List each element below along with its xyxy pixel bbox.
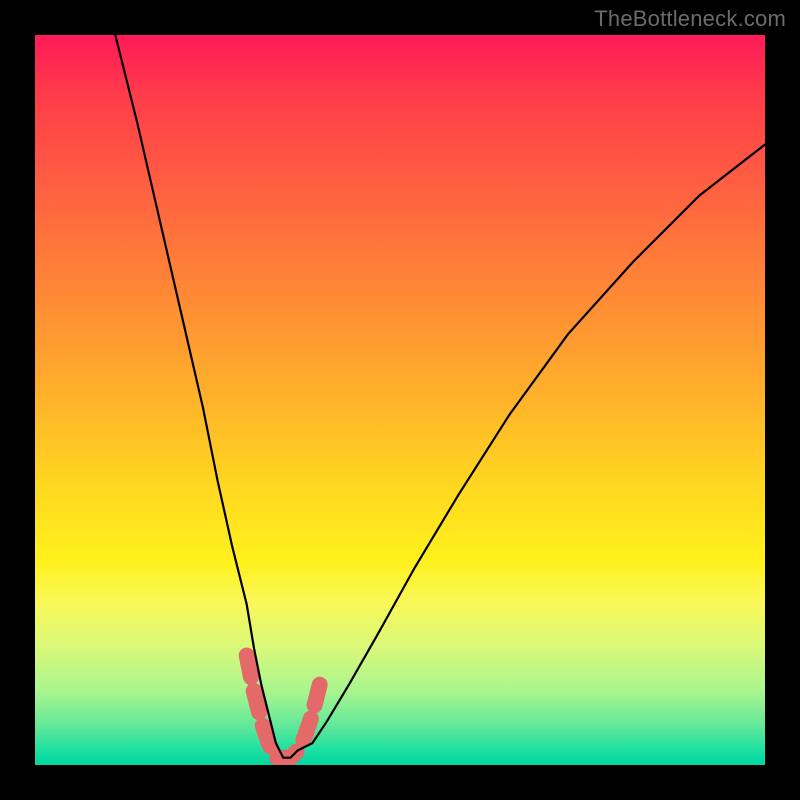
watermark-text: TheBottleneck.com	[594, 6, 786, 32]
curve-svg	[35, 35, 765, 765]
plot-area	[35, 35, 765, 765]
bottleneck-curve	[115, 35, 765, 758]
outer-frame: TheBottleneck.com	[0, 0, 800, 800]
